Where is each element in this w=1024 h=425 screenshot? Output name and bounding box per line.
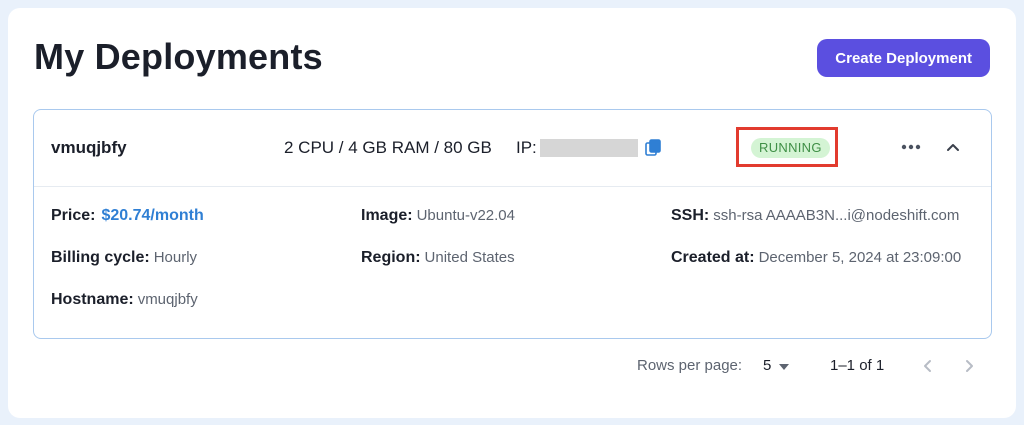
billing-cycle-value: Hourly xyxy=(153,249,198,266)
image-field: Image: Ubuntu-v22.04 xyxy=(361,207,515,225)
ip-address-redacted xyxy=(540,139,638,157)
deployment-specs: 2 CPU / 4 GB RAM / 80 GB xyxy=(284,138,492,157)
create-deployment-button[interactable]: Create Deployment xyxy=(817,39,990,77)
ip-label: IP: xyxy=(516,138,537,157)
deployment-card: vmuqjbfy 2 CPU / 4 GB RAM / 80 GB IP: RU… xyxy=(33,109,992,339)
region-field: Region: United States xyxy=(361,249,515,267)
chevron-right-icon[interactable] xyxy=(961,357,977,375)
pagination-range: 1–1 of 1 xyxy=(830,357,885,374)
image-value: Ubuntu-v22.04 xyxy=(416,207,515,224)
created-at-label: Created at: xyxy=(671,249,755,266)
more-horizontal-icon[interactable] xyxy=(900,140,922,154)
region-label: Region: xyxy=(361,249,421,266)
billing-cycle-label: Billing cycle: xyxy=(51,249,150,266)
created-at-field: Created at: December 5, 2024 at 23:09:00 xyxy=(671,249,961,267)
hostname-label: Hostname: xyxy=(51,291,134,308)
hostname-value: vmuqjbfy xyxy=(137,291,198,308)
deployment-name: vmuqjbfy xyxy=(51,138,127,157)
pagination: Rows per page: 5 1–1 of 1 xyxy=(8,357,1016,377)
status-badge: RUNNING xyxy=(751,138,830,158)
chevron-left-icon[interactable] xyxy=(920,357,936,375)
image-label: Image: xyxy=(361,207,413,224)
rows-per-page-label: Rows per page: xyxy=(637,357,743,374)
ssh-value: ssh-rsa AAAAB3N...i@nodeshift.com xyxy=(713,207,960,224)
price-value: $20.74/month xyxy=(101,207,204,224)
price-label: Price: xyxy=(51,207,96,224)
chevron-up-icon[interactable] xyxy=(944,138,962,156)
price-field: Price: $20.74/month xyxy=(51,207,204,225)
ssh-field: SSH: ssh-rsa AAAAB3N...i@nodeshift.com xyxy=(671,207,959,225)
status-highlight-box: RUNNING xyxy=(736,127,838,167)
ssh-label: SSH: xyxy=(671,207,710,224)
copy-icon[interactable] xyxy=(645,139,662,156)
page-title: My Deployments xyxy=(34,36,323,77)
billing-cycle-field: Billing cycle: Hourly xyxy=(51,249,197,267)
hostname-field: Hostname: vmuqjbfy xyxy=(51,291,198,309)
rows-per-page-select[interactable]: 5 xyxy=(763,357,771,374)
deployments-panel: My Deployments Create Deployment vmuqjbf… xyxy=(8,8,1016,418)
dropdown-arrow-icon[interactable] xyxy=(779,364,789,370)
region-value: United States xyxy=(424,249,515,266)
created-at-value: December 5, 2024 at 23:09:00 xyxy=(758,249,962,266)
deployment-card-header[interactable]: vmuqjbfy 2 CPU / 4 GB RAM / 80 GB IP: RU… xyxy=(34,110,991,187)
